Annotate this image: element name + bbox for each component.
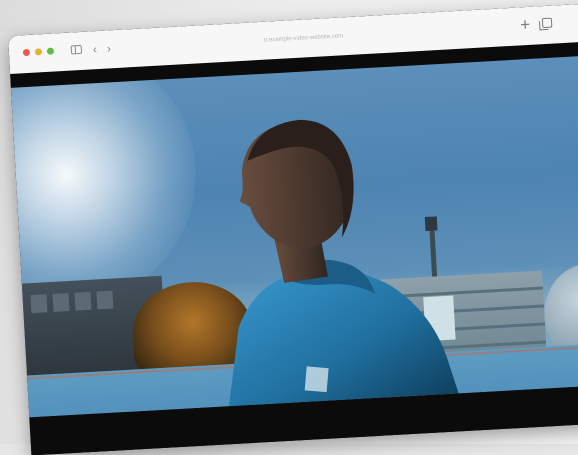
browser-window: ‹ › tr.example-video-website.com + (8, 3, 578, 455)
minimize-window-button[interactable] (34, 48, 43, 56)
window-controls (22, 47, 55, 57)
new-tab-icon[interactable]: + (520, 15, 531, 36)
back-icon[interactable]: ‹ (92, 41, 97, 57)
video-frame[interactable] (10, 54, 578, 418)
forward-icon[interactable]: › (106, 40, 111, 56)
zoom-window-button[interactable] (46, 47, 55, 55)
person-silhouette (229, 119, 459, 407)
address-bar[interactable]: tr.example-video-website.com (228, 28, 378, 48)
close-window-button[interactable] (22, 48, 31, 57)
sidebar-toggle-icon[interactable] (70, 44, 83, 55)
jacket-logo (304, 366, 329, 393)
tab-overview-icon[interactable] (541, 17, 553, 29)
